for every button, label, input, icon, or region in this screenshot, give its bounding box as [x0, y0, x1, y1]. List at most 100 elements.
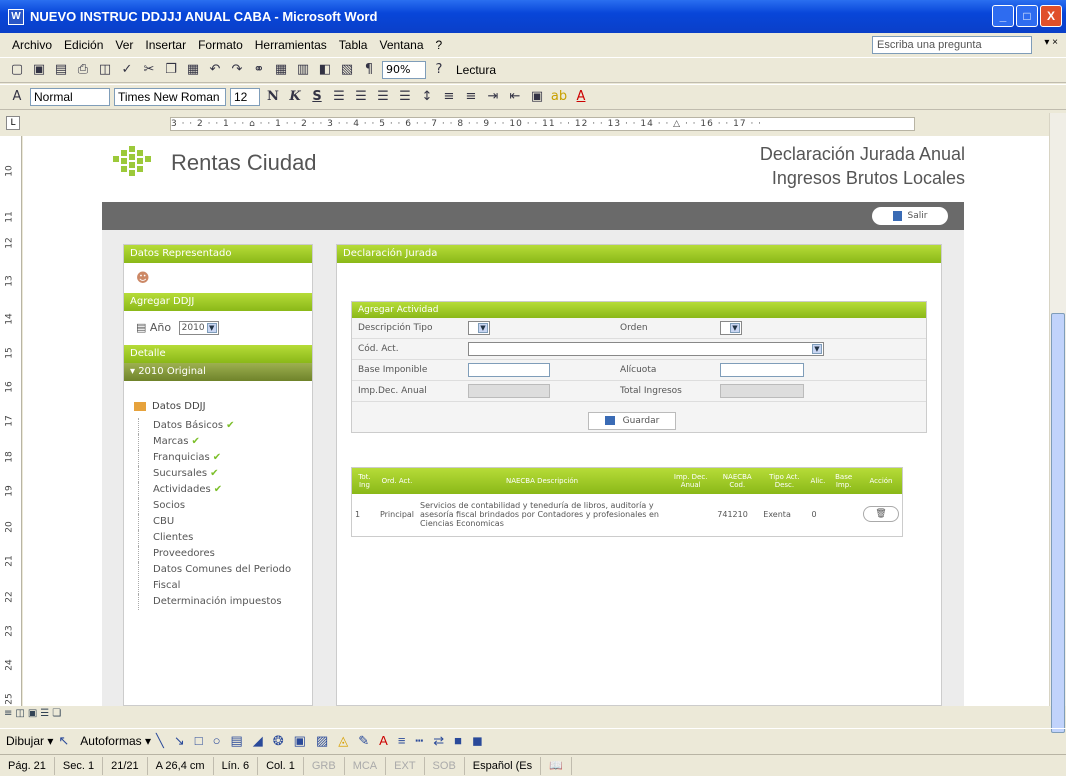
status-sob[interactable]: SOB [425, 756, 465, 775]
underline-button[interactable]: S [307, 87, 327, 107]
picture-icon[interactable]: ▨ [316, 733, 328, 749]
tab-selector[interactable]: L [6, 116, 20, 130]
ask-dropdown-icon[interactable]: ▾ × [1044, 37, 1058, 48]
scroll-thumb[interactable] [1051, 313, 1065, 733]
italic-button[interactable]: K [285, 87, 305, 107]
drawing-icon[interactable]: ◧ [315, 60, 335, 80]
help-icon[interactable]: ? [429, 60, 449, 80]
table-icon[interactable]: ▦ [271, 60, 291, 80]
bold-button[interactable]: N [263, 87, 283, 107]
menu-tabla[interactable]: Tabla [339, 38, 368, 52]
outdent-icon[interactable]: ⇤ [505, 87, 525, 107]
dibujar-menu[interactable]: Dibujar ▾ [6, 734, 53, 748]
tree-item-marcas[interactable]: Marcas ✔ [138, 434, 304, 450]
clipart-icon[interactable]: ▣ [294, 733, 306, 749]
reading-view-icon[interactable]: ❏ [52, 708, 61, 719]
tree-item-franquicias[interactable]: Franquicias ✔ [138, 450, 304, 466]
font-select[interactable]: Times New Roman [114, 88, 226, 106]
text-color-icon[interactable]: A [379, 733, 388, 748]
font-color-icon[interactable]: A [571, 87, 591, 107]
outline-view-icon[interactable]: ☰ [40, 708, 49, 719]
menu-edicion[interactable]: Edición [64, 38, 103, 52]
highlight-icon[interactable]: ab [549, 87, 569, 107]
tree-item-datos-basicos[interactable]: Datos Básicos ✔ [138, 418, 304, 434]
descripcion-tipo-select[interactable]: ▼ [468, 321, 490, 335]
tree-item-socios[interactable]: Socios [138, 498, 304, 514]
pilcrow-icon[interactable]: ¶ [359, 60, 379, 80]
shadow-icon[interactable]: ■ [454, 733, 462, 748]
autoformas-menu[interactable]: Autoformas ▾ [80, 734, 151, 748]
undo-icon[interactable]: ↶ [205, 60, 225, 80]
user-icon[interactable]: ☻ [136, 271, 150, 286]
open-icon[interactable]: ▣ [29, 60, 49, 80]
paste-icon[interactable]: ▦ [183, 60, 203, 80]
menu-insertar[interactable]: Insertar [145, 38, 186, 52]
base-imponible-input[interactable] [468, 363, 550, 377]
line-icon[interactable]: ╲ [156, 733, 164, 749]
guardar-button[interactable]: Guardar [588, 412, 676, 430]
line-spacing-icon[interactable]: ↕ [417, 87, 437, 107]
table-row[interactable]: 1 Principal Servicios de contabilidad y … [352, 494, 902, 534]
hyperlink-icon[interactable]: ⚭ [249, 60, 269, 80]
alicuota-input[interactable] [720, 363, 804, 377]
3d-icon[interactable]: ◼ [472, 733, 483, 749]
detalle-2010-original[interactable]: ▾ 2010 Original [124, 363, 312, 381]
vertical-scrollbar[interactable] [1049, 113, 1066, 733]
orden-select[interactable]: ▼ [720, 321, 742, 335]
preview-icon[interactable]: ◫ [95, 60, 115, 80]
fill-color-icon[interactable]: ◬ [338, 733, 348, 749]
save-icon[interactable]: ▤ [51, 60, 71, 80]
oval-icon[interactable]: ○ [213, 733, 221, 748]
menu-formato[interactable]: Formato [198, 38, 243, 52]
tree-item-cbu[interactable]: CBU [138, 514, 304, 530]
arrow-style-icon[interactable]: ⇄ [433, 733, 444, 749]
status-ext[interactable]: EXT [386, 756, 425, 775]
menu-ver[interactable]: Ver [115, 38, 133, 52]
columns-icon[interactable]: ▥ [293, 60, 313, 80]
tree-item-datos-comunes[interactable]: Datos Comunes del Periodo Fiscal [138, 562, 304, 594]
spelling-icon[interactable]: ✓ [117, 60, 137, 80]
menu-help[interactable]: ? [436, 38, 443, 52]
copy-icon[interactable]: ❐ [161, 60, 181, 80]
docmap-icon[interactable]: ▧ [337, 60, 357, 80]
salir-button[interactable]: Salir [872, 207, 948, 225]
size-select[interactable]: 12 [230, 88, 260, 106]
numbering-icon[interactable]: ≡ [439, 87, 459, 107]
ruler-scale[interactable]: 3 · · 2 · · 1 · · ⌂ · · 1 · · 2 · · 3 · … [170, 117, 915, 131]
anio-select[interactable]: 2010 ▼ [178, 321, 219, 335]
justify-icon[interactable]: ☰ [395, 87, 415, 107]
dash-style-icon[interactable]: ┅ [415, 733, 423, 749]
menu-archivo[interactable]: Archivo [12, 38, 52, 52]
styles-icon[interactable]: A [7, 87, 27, 107]
print-view-icon[interactable]: ▣ [28, 708, 37, 719]
indent-icon[interactable]: ⇥ [483, 87, 503, 107]
menu-ventana[interactable]: Ventana [379, 38, 423, 52]
diagram-icon[interactable]: ❂ [273, 733, 284, 749]
tree-item-sucursales[interactable]: Sucursales ✔ [138, 466, 304, 482]
maximize-button[interactable]: □ [1016, 5, 1038, 27]
status-grb[interactable]: GRB [304, 756, 345, 775]
rectangle-icon[interactable]: □ [195, 733, 203, 748]
spellcheck-status-icon[interactable]: 📖 [541, 756, 572, 775]
line-color-icon[interactable]: ✎ [358, 733, 369, 749]
cod-act-select[interactable]: ▼ [468, 342, 824, 356]
wordart-icon[interactable]: ◢ [253, 733, 263, 749]
tree-item-actividades[interactable]: Actividades ✔ [138, 482, 304, 498]
new-doc-icon[interactable]: ▢ [7, 60, 27, 80]
document-page[interactable]: Rentas Ciudad Declaración Jurada Anual I… [23, 136, 1049, 706]
status-language[interactable]: Español (Es [465, 756, 542, 775]
textbox-icon[interactable]: ▤ [230, 733, 242, 749]
zoom-select[interactable]: 90% [382, 61, 426, 79]
web-view-icon[interactable]: ◫ [15, 708, 24, 719]
status-mca[interactable]: MCA [345, 756, 387, 775]
reading-layout-button[interactable]: Lectura [456, 63, 496, 77]
align-right-icon[interactable]: ☰ [373, 87, 393, 107]
redo-icon[interactable]: ↷ [227, 60, 247, 80]
align-center-icon[interactable]: ☰ [351, 87, 371, 107]
tree-item-clientes[interactable]: Clientes [138, 530, 304, 546]
minimize-button[interactable]: _ [992, 5, 1014, 27]
tree-item-determinacion[interactable]: Determinación impuestos [138, 594, 304, 610]
ask-question-box[interactable]: Escriba una pregunta [872, 36, 1032, 54]
close-button[interactable]: X [1040, 5, 1062, 27]
bullets-icon[interactable]: ≡ [461, 87, 481, 107]
